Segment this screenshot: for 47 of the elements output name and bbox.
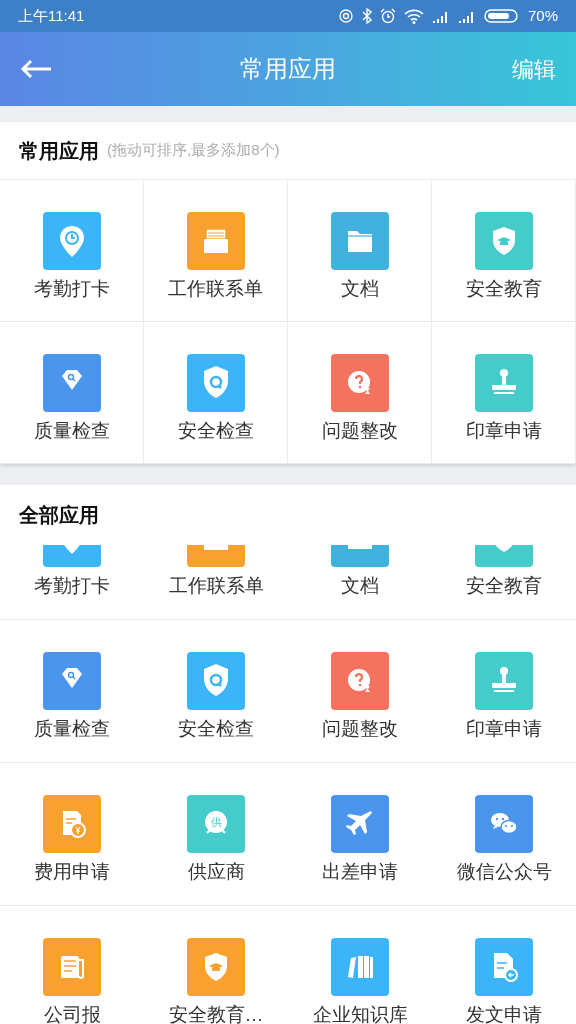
app-tile[interactable]: 印章申请: [432, 322, 576, 464]
battery-icon: [483, 8, 520, 24]
back-arrow-icon: [20, 59, 52, 79]
badge-icon: 供: [187, 795, 245, 853]
app-label: 问题整改: [321, 420, 398, 442]
app-tile[interactable]: 质量检查: [0, 322, 144, 464]
section-title: 全部应用: [19, 503, 99, 528]
app-tile[interactable]: 文档: [288, 180, 432, 322]
signal-icon: [431, 9, 450, 23]
app-label: 微信公众号: [456, 861, 552, 883]
alarm-icon: [379, 8, 396, 24]
app-label: 安全教育…: [168, 1004, 264, 1024]
section-title: 常用应用: [19, 138, 99, 164]
battery-percent: 70%: [527, 5, 558, 26]
app-tile[interactable]: 安全教育: [432, 180, 576, 322]
app-tile[interactable]: 安全检查: [144, 322, 288, 464]
page-title: 常用应用: [240, 54, 336, 84]
app-label: 企业知识库: [312, 1004, 408, 1024]
app-label: 印章申请: [466, 718, 542, 740]
app-label: 质量检查: [34, 718, 110, 740]
app-label: 问题整改: [322, 718, 398, 740]
section-hint: (拖动可排序,最多添加8个): [107, 140, 280, 161]
app-label: 安全检查: [178, 718, 254, 740]
app-label: 工作联系单: [168, 278, 263, 300]
app-label: 安全检查: [177, 420, 254, 442]
app-label: 考勤打卡: [33, 278, 110, 300]
hotspot-icon: [337, 8, 354, 24]
wifi-icon: [403, 8, 424, 24]
app-label: 考勤打卡: [34, 575, 110, 597]
app-label: 工作联系单: [168, 575, 264, 597]
app-tile[interactable]: 工作联系单: [144, 180, 288, 322]
app-tile[interactable]: 考勤打卡: [0, 180, 144, 322]
app-label: 供应商: [187, 861, 245, 883]
bluetooth-icon: [361, 8, 372, 24]
app-tile[interactable]: 问题整改: [288, 322, 432, 464]
app-label: 安全教育: [465, 278, 542, 300]
app-label: 安全教育: [466, 575, 542, 597]
app-label: 质量检查: [33, 420, 110, 442]
clock-time: 上午11:41: [18, 5, 85, 26]
app-label: 公司报: [43, 1004, 101, 1024]
app-label: 印章申请: [465, 420, 542, 442]
signal-icon: [457, 9, 476, 23]
app-label: 文档: [341, 575, 379, 597]
app-label: 文档: [340, 278, 379, 300]
app-label: 出差申请: [322, 861, 398, 883]
app-label: 费用申请: [34, 861, 110, 883]
app-label: 发文申请: [466, 1004, 542, 1024]
